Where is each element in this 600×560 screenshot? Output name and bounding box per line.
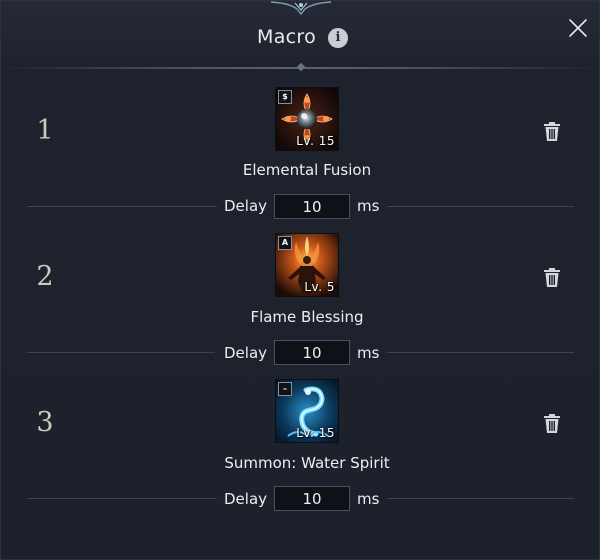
trash-icon[interactable]: [541, 413, 563, 435]
close-icon[interactable]: [567, 17, 589, 39]
delay-unit: ms: [357, 490, 380, 508]
skill-name: Summon: Water Spirit: [224, 454, 390, 472]
delay-divider-left: [27, 498, 217, 499]
skill-level: Lv. 5: [304, 280, 335, 294]
macro-row-2: 2 A Lv. 5 Flame Blessing Delay 10 ms: [1, 215, 600, 365]
skill-slot-flame-blessing[interactable]: A Lv. 5: [275, 233, 339, 297]
delay-divider-right: [387, 498, 574, 499]
macro-window: Macro i 1 $ Lv. 15 Elemental Fusion Dela…: [0, 0, 600, 560]
trash-icon[interactable]: [541, 121, 563, 143]
window-header: Macro i: [1, 1, 600, 67]
skill-type-badge: A: [278, 236, 292, 250]
delay-divider-left: [27, 352, 215, 353]
delay-label: Delay: [224, 490, 268, 508]
macro-number: 3: [36, 407, 54, 438]
delay-divider-right: [387, 352, 574, 353]
window-title: Macro: [257, 26, 317, 48]
skill-level: Lv. 15: [296, 426, 335, 440]
delay-unit: ms: [357, 344, 380, 362]
delay-divider-right: [387, 206, 574, 207]
delay-label: Delay: [224, 197, 268, 215]
skill-slot-summon-water-spirit[interactable]: – Lv. 15: [275, 379, 339, 443]
delay-unit: ms: [357, 197, 380, 215]
delay-input[interactable]: [274, 486, 350, 511]
macro-row-1: 1 $ Lv. 15 Elemental Fusion Delay 10 ms: [1, 69, 600, 219]
skill-name: Elemental Fusion: [242, 161, 372, 179]
macro-number: 2: [36, 261, 54, 292]
macro-number: 1: [36, 115, 54, 146]
delay-label: Delay: [224, 344, 268, 362]
skill-slot-elemental-fusion[interactable]: $ Lv. 15: [275, 87, 339, 151]
skill-name: Flame Blessing: [250, 308, 364, 326]
info-icon[interactable]: i: [328, 28, 348, 48]
skill-type-badge: $: [278, 90, 292, 104]
skill-type-badge: –: [278, 382, 292, 396]
macro-row-3: 3 – Lv. 15 Summon: Water Spirit Delay 10…: [1, 361, 600, 511]
skill-level: Lv. 15: [296, 134, 335, 148]
trash-icon[interactable]: [541, 267, 563, 289]
delay-divider-left: [27, 206, 217, 207]
